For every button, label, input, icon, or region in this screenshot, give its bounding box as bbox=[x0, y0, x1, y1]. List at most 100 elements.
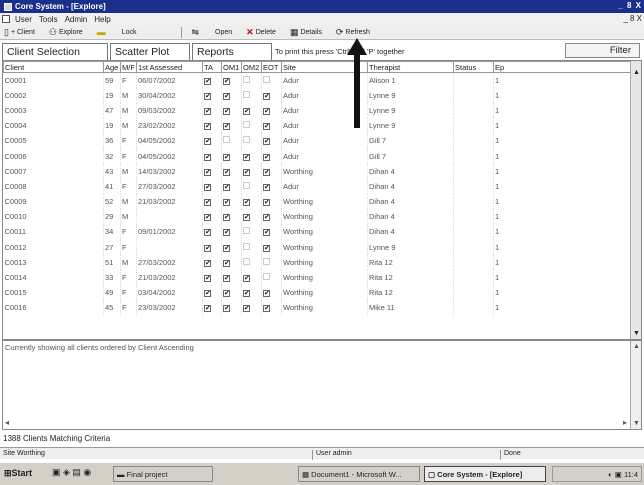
ta-checkbox[interactable]: ✔ bbox=[204, 153, 211, 161]
desc-scroll-down-icon[interactable]: ▼ bbox=[633, 420, 640, 427]
ta-checkbox[interactable]: ✔ bbox=[204, 199, 211, 207]
ta-checkbox[interactable]: ✔ bbox=[204, 183, 211, 191]
tab-scatter-plot[interactable]: Scatter Plot bbox=[110, 43, 190, 60]
table-row[interactable]: C0011 34 F 09/01/2002 ✔ ✔ ✔ Worthing Dihan 41 bbox=[3, 224, 632, 240]
eot-checkbox[interactable]: ✔ bbox=[263, 290, 270, 298]
om2-checkbox[interactable]: ✔ bbox=[243, 153, 250, 161]
col-header-ep[interactable]: Ep bbox=[493, 61, 632, 73]
delete-button[interactable]: ✕ Delete bbox=[246, 27, 276, 38]
ta-checkbox[interactable]: ✔ bbox=[204, 244, 211, 252]
om2-checkbox[interactable]: ✔ bbox=[243, 214, 250, 222]
ta-checkbox[interactable]: ✔ bbox=[204, 107, 211, 115]
table-row[interactable]: C0005 36 F 04/05/2002 ✔ ✔ Adur Gill 71 bbox=[3, 133, 632, 149]
tab-client-selection[interactable]: Client Selection bbox=[2, 43, 108, 60]
ta-checkbox[interactable]: ✔ bbox=[204, 168, 211, 176]
ta-checkbox[interactable]: ✔ bbox=[204, 290, 211, 298]
window-controls[interactable]: _ 8 X bbox=[618, 1, 642, 10]
task-final-project[interactable]: ▬ Final project bbox=[113, 466, 213, 482]
task-word-document[interactable]: ▦ Document1 - Microsoft W... bbox=[298, 466, 420, 482]
eot-checkbox[interactable]: ✔ bbox=[263, 305, 270, 313]
table-row[interactable]: C0009 52 M 21/03/2002 ✔ ✔ ✔ ✔ Worthing Dihan 41 bbox=[3, 194, 632, 210]
om1-checkbox[interactable]: ✔ bbox=[223, 275, 230, 283]
col-header-ta[interactable]: TA bbox=[202, 61, 222, 73]
om1-checkbox[interactable]: ✔ bbox=[223, 214, 230, 222]
table-row[interactable]: C0006 32 F 04/05/2002 ✔ ✔ ✔ ✔ Adur Gill 71 bbox=[3, 148, 632, 164]
om1-checkbox[interactable]: ✔ bbox=[223, 259, 230, 267]
table-row[interactable]: C0012 27 F ✔ ✔ ✔ Worthing Lynne 9 1 bbox=[3, 239, 632, 255]
eot-checkbox[interactable] bbox=[263, 75, 270, 83]
scroll-down-icon[interactable]: ▼ bbox=[633, 330, 640, 337]
om1-checkbox[interactable]: ✔ bbox=[223, 92, 230, 100]
eot-checkbox[interactable]: ✔ bbox=[263, 183, 270, 191]
grid-scrollbar[interactable]: ▲ ▼ bbox=[630, 61, 641, 339]
explore-button[interactable]: ⚇ Explore bbox=[49, 27, 83, 38]
om1-checkbox[interactable]: ✔ bbox=[223, 229, 230, 237]
om1-checkbox[interactable]: ✔ bbox=[223, 77, 230, 85]
ta-checkbox[interactable]: ✔ bbox=[204, 123, 211, 131]
task-core-system[interactable]: ▢ Core System - [Explore] bbox=[424, 466, 546, 482]
col-header-eot[interactable]: EOT bbox=[261, 61, 282, 73]
om1-checkbox[interactable] bbox=[223, 136, 230, 144]
eot-checkbox[interactable]: ✔ bbox=[263, 168, 270, 176]
om1-checkbox[interactable]: ✔ bbox=[223, 290, 230, 298]
ta-checkbox[interactable]: ✔ bbox=[204, 229, 211, 237]
table-row[interactable]: C0008 41 F 27/03/2002 ✔ ✔ ✔ Adur Dihan 41 bbox=[3, 178, 632, 194]
lock-button[interactable]: Lock bbox=[122, 29, 137, 36]
col-header-sex[interactable]: M/F bbox=[120, 61, 137, 73]
col-header-client[interactable]: Client bbox=[3, 61, 104, 73]
eot-checkbox[interactable] bbox=[263, 273, 270, 281]
eot-checkbox[interactable]: ✔ bbox=[263, 214, 270, 222]
tab-reports[interactable]: Reports bbox=[192, 43, 272, 60]
om2-checkbox[interactable] bbox=[243, 181, 250, 189]
menu-user[interactable]: User bbox=[15, 15, 32, 24]
table-row[interactable]: C0004 19 M 23/02/2002 ✔ ✔ ✔ Adur Lynne 91 bbox=[3, 118, 632, 134]
scroll-left-icon[interactable]: ◂ bbox=[5, 418, 9, 427]
om2-checkbox[interactable] bbox=[243, 75, 250, 83]
ta-checkbox[interactable]: ✔ bbox=[204, 275, 211, 283]
ta-checkbox[interactable]: ✔ bbox=[204, 92, 211, 100]
table-row[interactable]: C0016 45 F 23/03/2002 ✔ ✔ ✔ ✔ Worthing Mike 11 1 bbox=[3, 300, 632, 316]
om1-checkbox[interactable]: ✔ bbox=[223, 244, 230, 252]
col-header-first-assessed[interactable]: 1st Assessed bbox=[136, 61, 203, 73]
om2-checkbox[interactable] bbox=[243, 242, 250, 250]
om2-checkbox[interactable]: ✔ bbox=[243, 199, 250, 207]
om2-checkbox[interactable] bbox=[243, 90, 250, 98]
om2-checkbox[interactable]: ✔ bbox=[243, 305, 250, 313]
tray-icons[interactable]: ◐ ▣ bbox=[608, 470, 624, 479]
col-header-therapist[interactable]: Therapist bbox=[367, 61, 454, 73]
om2-checkbox[interactable] bbox=[243, 257, 250, 265]
eot-checkbox[interactable] bbox=[263, 257, 270, 265]
eot-checkbox[interactable]: ✔ bbox=[263, 229, 270, 237]
om1-checkbox[interactable]: ✔ bbox=[223, 123, 230, 131]
om1-checkbox[interactable]: ✔ bbox=[223, 168, 230, 176]
om2-checkbox[interactable] bbox=[243, 136, 250, 144]
new-client-button[interactable]: ▯ + Client bbox=[4, 27, 35, 38]
scroll-up-icon[interactable]: ▲ bbox=[633, 69, 640, 76]
om1-checkbox[interactable]: ✔ bbox=[223, 305, 230, 313]
eot-checkbox[interactable]: ✔ bbox=[263, 199, 270, 207]
export-button[interactable]: ⇋ bbox=[192, 27, 202, 38]
mdi-controls[interactable]: _ 8 X bbox=[623, 14, 642, 23]
filter-button[interactable]: Filter bbox=[565, 43, 640, 58]
table-row[interactable]: C0002 19 M 30/04/2002 ✔ ✔ ✔ Adur Lynne 91 bbox=[3, 87, 632, 103]
eot-checkbox[interactable]: ✔ bbox=[263, 92, 270, 100]
om1-checkbox[interactable]: ✔ bbox=[223, 199, 230, 207]
table-row[interactable]: C0001 59 F 06/07/2002 ✔ ✔ Adur Alison 11 bbox=[3, 72, 632, 88]
folder-button[interactable]: ▬ bbox=[97, 27, 108, 37]
eot-checkbox[interactable]: ✔ bbox=[263, 244, 270, 252]
desc-scroll-up-icon[interactable]: ▲ bbox=[633, 343, 640, 350]
om2-checkbox[interactable]: ✔ bbox=[243, 275, 250, 283]
om1-checkbox[interactable]: ✔ bbox=[223, 153, 230, 161]
eot-checkbox[interactable]: ✔ bbox=[263, 107, 270, 115]
ta-checkbox[interactable]: ✔ bbox=[204, 77, 211, 85]
ta-checkbox[interactable]: ✔ bbox=[204, 138, 211, 146]
om2-checkbox[interactable]: ✔ bbox=[243, 290, 250, 298]
table-row[interactable]: C0014 33 F 21/03/2002 ✔ ✔ ✔ Worthing Rita 12 1 bbox=[3, 269, 632, 286]
refresh-button[interactable]: ⟳ Refresh bbox=[336, 27, 370, 38]
om2-checkbox[interactable]: ✔ bbox=[243, 107, 250, 115]
quick-launch-icons[interactable]: ▣ ◈ ▤ ◉ bbox=[52, 467, 91, 478]
ta-checkbox[interactable]: ✔ bbox=[204, 259, 211, 267]
menu-tools[interactable]: Tools bbox=[39, 15, 58, 24]
open-button[interactable]: Open bbox=[215, 29, 232, 36]
details-button[interactable]: ▦ Details bbox=[290, 27, 322, 38]
